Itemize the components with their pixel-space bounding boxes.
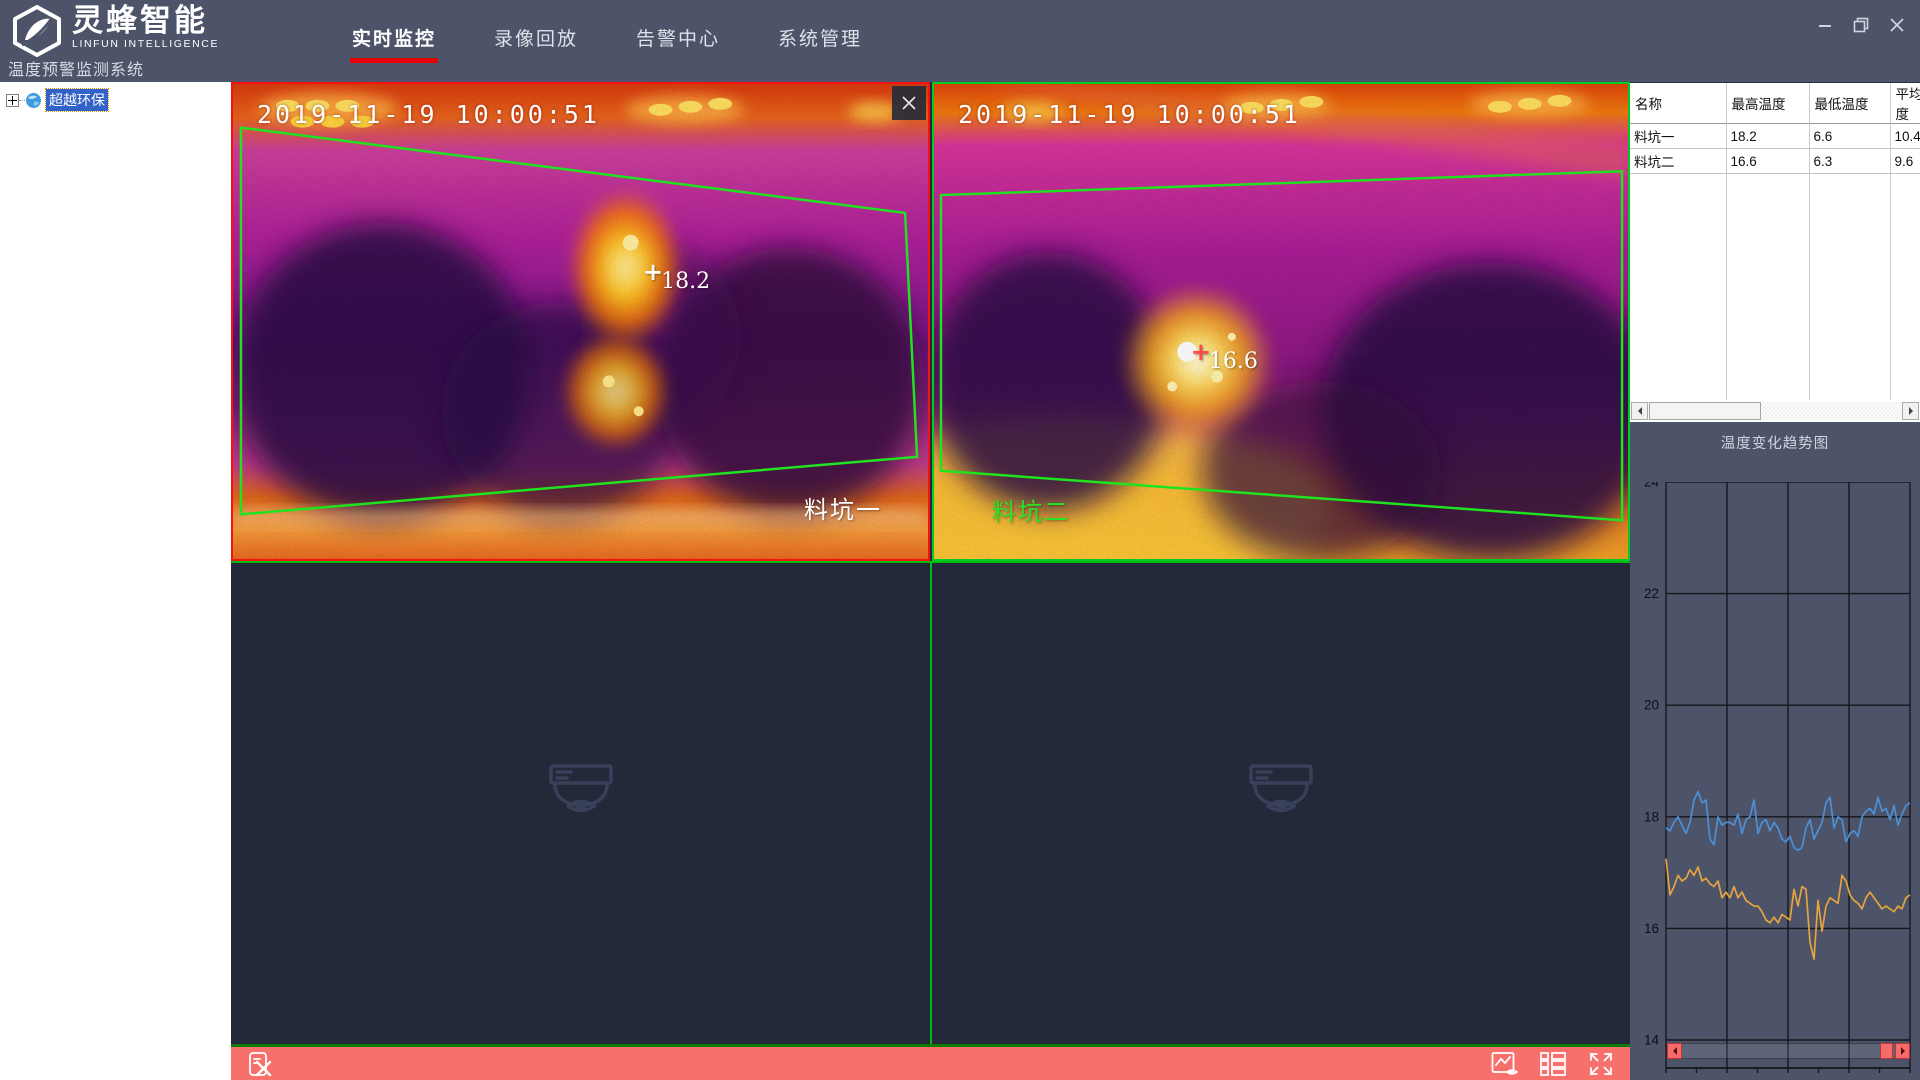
close-button[interactable]	[1888, 16, 1906, 34]
minimize-button[interactable]	[1816, 16, 1834, 34]
dome-camera-icon	[1249, 764, 1313, 813]
right-arrow-icon	[1908, 407, 1917, 415]
camera-name-cam1: 料坑一	[804, 497, 882, 524]
table-horizontal-scrollbar[interactable]	[1631, 402, 1919, 420]
tree-node-row: 超越环保	[0, 82, 231, 112]
table-column-line	[1809, 83, 1810, 400]
close-icon	[902, 96, 916, 110]
table-column-line	[1890, 83, 1891, 400]
device-tree-sidebar: 超越环保	[0, 82, 231, 1080]
table-cell: 6.6	[1809, 123, 1891, 149]
table-row[interactable]: 料坑二 16.6 6.3 9.6	[1630, 148, 1920, 174]
table-column-line	[1726, 83, 1727, 400]
timestamp-cam2: 2019-11-19 10:00:51	[958, 100, 1301, 129]
scroll-right-button[interactable]	[1902, 402, 1919, 420]
left-arrow-icon	[1634, 407, 1642, 415]
thermal-view-cam2	[934, 84, 1628, 559]
chart-eye-icon	[1491, 1051, 1519, 1075]
layout-select-button[interactable]	[1538, 1050, 1568, 1078]
column-header: 名称	[1630, 83, 1727, 124]
column-header: 平均温度	[1890, 83, 1920, 124]
right-panel: 名称最高温度最低温度平均温度料坑一18.26.610.4料坑二16.66.39.…	[1630, 82, 1920, 1080]
svg-text:14: 14	[1644, 1033, 1660, 1048]
table-cell: 6.3	[1809, 148, 1891, 174]
crosshair-icon: +	[1190, 337, 1211, 367]
trend-chart-section: 温度变化趋势图 24 22 20 18 16 14	[1630, 422, 1920, 1080]
temp-marker-cam2: +16.6	[1191, 337, 1258, 375]
brand-name-en: LINFUN INTELLIGENCE	[72, 38, 220, 50]
temp-value-cam1: 18.2	[661, 268, 711, 294]
video-cell-cam2[interactable]: 2019-11-19 10:00:51 +16.6 料坑二	[932, 82, 1630, 561]
fullscreen-icon	[1590, 1052, 1612, 1075]
stats-table-section: 名称最高温度最低温度平均温度料坑一18.26.610.4料坑二16.66.39.…	[1630, 82, 1920, 422]
tab-alarm-center[interactable]: 告警中心	[634, 18, 722, 65]
main-nav: 实时监控 录像回放 告警中心 系统管理	[350, 0, 864, 82]
brand-name-cn: 灵蜂智能	[72, 3, 208, 38]
table-cell: 9.6	[1890, 148, 1920, 174]
video-wall: 2019-11-19 10:00:51 +18.2 料坑一 2019-11-19…	[231, 82, 1630, 1080]
chart-title: 温度变化趋势图	[1720, 436, 1830, 452]
trend-chart: 24 22 20 18 16 14	[1644, 482, 1911, 1073]
video-cell-empty-4[interactable]	[932, 563, 1630, 1044]
chart-scroll-left-button[interactable]	[1667, 1043, 1682, 1059]
table-cell: 16.6	[1726, 148, 1810, 174]
timestamp-cam1: 2019-11-19 10:00:51	[257, 100, 600, 129]
table-cell: 料坑一	[1630, 123, 1727, 149]
table-header-row: 名称最高温度最低温度平均温度	[1630, 83, 1920, 124]
globe-icon	[26, 92, 41, 108]
plus-icon	[8, 95, 17, 105]
temp-marker-cam1: +18.2	[643, 257, 711, 294]
close-video-button[interactable]	[892, 86, 926, 120]
scrollbar-thumb[interactable]	[1649, 402, 1761, 420]
chart-scroll-right-button[interactable]	[1895, 1043, 1910, 1059]
svg-text:24: 24	[1644, 482, 1660, 490]
window-controls	[1816, 16, 1906, 34]
restore-icon	[1853, 17, 1869, 33]
event-list-toggle-button[interactable]	[245, 1050, 275, 1078]
temp-value-cam2: 16.6	[1208, 349, 1258, 375]
camera-name-cam2: 料坑二	[992, 499, 1070, 526]
stats-table: 名称最高温度最低温度平均温度料坑一18.26.610.4料坑二16.66.39.…	[1630, 83, 1920, 174]
thermal-view-cam1	[233, 84, 928, 559]
app-header: 灵蜂智能 LINFUN INTELLIGENCE 温度预警监测系统 实时监控 录…	[0, 0, 1920, 82]
system-name: 温度预警监测系统	[8, 62, 145, 79]
trend-chart-toggle-button[interactable]	[1490, 1050, 1520, 1078]
table-cell: 18.2	[1726, 123, 1810, 149]
restore-button[interactable]	[1852, 16, 1870, 34]
fullscreen-button[interactable]	[1586, 1050, 1616, 1078]
tree-node-label[interactable]: 超越环保	[45, 88, 109, 112]
svg-text:18: 18	[1644, 809, 1659, 824]
left-arrow-icon	[1669, 1047, 1677, 1055]
column-header: 最低温度	[1809, 83, 1891, 124]
brand: 灵蜂智能 LINFUN INTELLIGENCE	[10, 4, 219, 58]
video-cell-empty-3[interactable]	[231, 563, 930, 1044]
chart-scrollbar-thumb[interactable]	[1880, 1043, 1893, 1059]
table-cell: 10.4	[1890, 123, 1920, 149]
tree-expand-button[interactable]	[6, 93, 19, 107]
svg-text:16: 16	[1644, 921, 1659, 936]
column-header: 最高温度	[1726, 83, 1810, 124]
video-toolbar	[231, 1044, 1630, 1080]
grid-layout-icon	[1540, 1051, 1566, 1076]
tab-video-playback[interactable]: 录像回放	[492, 18, 580, 65]
close-icon	[1890, 18, 1904, 32]
table-row[interactable]: 料坑一 18.2 6.6 10.4	[1630, 123, 1920, 149]
company-logo-icon	[13, 5, 61, 57]
chart-horizontal-scrollbar[interactable]	[1667, 1043, 1910, 1059]
tab-realtime-monitor[interactable]: 实时监控	[350, 18, 439, 65]
tab-system-management[interactable]: 系统管理	[776, 18, 864, 65]
dome-camera-icon	[548, 764, 613, 813]
document-x-icon	[249, 1051, 272, 1076]
crosshair-icon: +	[643, 256, 664, 286]
svg-text:20: 20	[1644, 698, 1659, 713]
right-arrow-icon	[1900, 1047, 1909, 1055]
video-cell-cam1[interactable]: 2019-11-19 10:00:51 +18.2 料坑一	[231, 82, 930, 561]
table-cell: 料坑二	[1630, 148, 1727, 174]
svg-text:22: 22	[1644, 586, 1659, 601]
minimize-icon	[1819, 25, 1831, 27]
toolbar-right-group	[1490, 1050, 1616, 1078]
scroll-left-button[interactable]	[1631, 402, 1648, 420]
